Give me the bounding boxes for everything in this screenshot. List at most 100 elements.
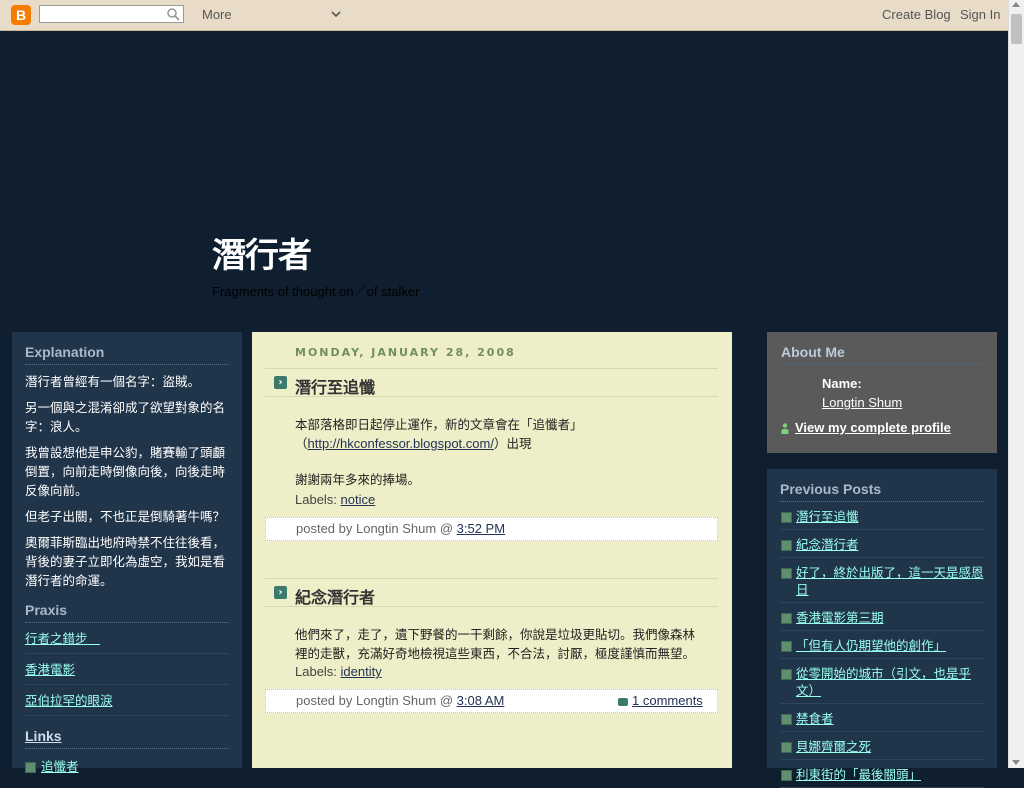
comment-icon — [618, 697, 628, 706]
previous-post-link[interactable]: 禁食者 — [796, 711, 834, 726]
explanation-paragraph: 另一個與之混淆卻成了欲望對象的名字：浪人。 — [25, 400, 226, 434]
praxis-item: 香港電影 — [25, 654, 229, 685]
bullet-icon — [781, 770, 792, 781]
bullet-icon — [781, 568, 792, 579]
post-time-link[interactable]: 3:08 AM — [457, 693, 505, 708]
praxis-item: 亞伯拉罕的眼淚 — [25, 685, 229, 716]
post-paragraph: 本部落格即日起停止運作，新的文章會在「追懺者」 — [295, 417, 583, 432]
previous-posts-box: Previous Posts 潛行至追懺 紀念潛行者 好了，終於出版了，這一天是… — [767, 469, 997, 788]
chevron-down-icon[interactable] — [330, 8, 342, 20]
post-arrow-icon: › — [274, 376, 287, 389]
blog-description: Fragments of thought on／of stalker — [212, 284, 420, 299]
bullet-icon — [781, 641, 792, 652]
explanation-paragraph: 奧爾菲斯臨出地府時禁不住往後看，背後的妻子立即化為虛空，我如是看潛行者的命運。 — [25, 535, 226, 588]
confessor-link[interactable]: http://hkconfessor.blogspot.com/ — [308, 436, 494, 451]
list-item: 好了，終於出版了，這一天是感恩日 — [780, 558, 984, 603]
labels-prefix: Labels: — [295, 664, 337, 679]
scroll-down-arrow-icon[interactable] — [1012, 760, 1020, 765]
previous-post-link[interactable]: 紀念潛行者 — [796, 537, 859, 552]
post-footer: posted by Longtin Shum @ 3:08 AM 1 comme… — [265, 689, 718, 713]
bullet-icon — [781, 742, 792, 753]
post-title[interactable]: › 紀念潛行者 — [265, 578, 718, 607]
links-item: 追懺者 — [25, 749, 229, 779]
more-dropdown[interactable]: More — [202, 7, 232, 22]
left-sidebar: Explanation 潛行者曾經有一個名字：盜賊。 另一個與之混淆卻成了欲望對… — [12, 332, 242, 774]
posted-by: posted by Longtin Shum @ — [296, 693, 454, 708]
praxis-link[interactable]: 行者之錯步 — [25, 631, 100, 646]
list-item: 從零開始的城市（引文，也是乎文） — [780, 659, 984, 704]
blogger-logo-icon[interactable]: B — [11, 5, 31, 25]
list-item: 潛行至追懺 — [780, 502, 984, 530]
post-body: 本部落格即日起停止運作，新的文章會在「追懺者」 （http://hkconfes… — [265, 397, 718, 489]
praxis-heading: Praxis — [25, 590, 229, 623]
previous-post-link[interactable]: 從零開始的城市（引文，也是乎文） — [796, 666, 971, 698]
bullet-icon — [781, 669, 792, 680]
main-content: MONDAY, JANUARY 28, 2008 › 潛行至追懺 本部落格即日起… — [252, 332, 732, 768]
about-heading: About Me — [781, 332, 983, 365]
links-list: 追懺者 — [25, 749, 229, 779]
previous-post-link[interactable]: 香港電影第三期 — [796, 610, 884, 625]
post-paragraph: （http://hkconfessor.blogspot.com/）出現 — [295, 434, 702, 453]
list-item: 香港電影第三期 — [780, 603, 984, 631]
create-blog-link[interactable]: Create Blog — [882, 7, 951, 22]
post: › 潛行至追懺 本部落格即日起停止運作，新的文章會在「追懺者」 （http://… — [265, 368, 718, 541]
post-title-text[interactable]: 潛行至追懺 — [295, 378, 375, 397]
bullet-icon — [781, 714, 792, 725]
previous-posts-heading: Previous Posts — [780, 469, 984, 502]
post-paragraph: 他們來了，走了，遺下野餐的一干剩餘，你說是垃圾更貼切。我們像森林裡的走獸，充滿好… — [295, 627, 696, 661]
explanation-paragraph: 潛行者曾經有一個名字：盜賊。 — [25, 374, 201, 389]
explanation-heading: Explanation — [25, 332, 229, 365]
posted-by: posted by Longtin Shum @ — [296, 521, 454, 536]
list-item: 利東街的「最後關頭」 — [780, 760, 984, 788]
date-header: MONDAY, JANUARY 28, 2008 — [295, 346, 516, 359]
name-label: Name: — [822, 376, 862, 391]
previous-post-link[interactable]: 「但有人仍期望他的創作」 — [796, 638, 946, 653]
post-footer: posted by Longtin Shum @ 3:52 PM — [265, 517, 718, 541]
about-me-box: About Me Name: Longtin Shum View my comp… — [767, 332, 997, 453]
labels-prefix: Labels: — [295, 492, 337, 507]
list-item: 「但有人仍期望他的創作」 — [780, 631, 984, 659]
previous-post-link[interactable]: 好了，終於出版了，這一天是感恩日 — [796, 565, 984, 597]
page-scrollbar[interactable] — [1008, 0, 1024, 768]
label-link[interactable]: identity — [341, 664, 382, 679]
blog-title[interactable]: 潛行者 — [212, 228, 312, 277]
praxis-link[interactable]: 亞伯拉罕的眼淚 — [25, 693, 113, 708]
list-item: 禁食者 — [780, 704, 984, 732]
sign-in-link[interactable]: Sign In — [960, 7, 1000, 22]
bullet-icon — [781, 613, 792, 624]
list-item: 貝娜齊爾之死 — [780, 732, 984, 760]
profile-link[interactable]: View my complete profile — [781, 420, 951, 435]
explanation-paragraph: 我曾設想他是申公豹，賭賽輸了頭顱倒置，向前走時倒像向後，向後走時反像向前。 — [25, 445, 226, 498]
search-icon[interactable] — [166, 7, 180, 21]
links-heading[interactable]: Links — [25, 716, 229, 749]
previous-post-link[interactable]: 貝娜齊爾之死 — [796, 739, 871, 754]
post-title-text[interactable]: 紀念潛行者 — [295, 588, 375, 607]
person-icon — [781, 423, 789, 435]
post-labels: Labels: identity — [265, 663, 718, 689]
post-time-link[interactable]: 3:52 PM — [457, 521, 505, 536]
scroll-up-arrow-icon[interactable] — [1012, 2, 1020, 7]
praxis-item: 行者之錯步 — [25, 623, 229, 654]
post-title[interactable]: › 潛行至追懺 — [265, 368, 718, 397]
post: › 紀念潛行者 他們來了，走了，遺下野餐的一干剩餘，你說是垃圾更貼切。我們像森林… — [265, 578, 718, 713]
praxis-link[interactable]: 香港電影 — [25, 662, 75, 677]
praxis-list: 行者之錯步 香港電影 亞伯拉罕的眼淚 — [25, 623, 229, 716]
comments-area: 1 comments — [618, 693, 703, 708]
post-body: 他們來了，走了，遺下野餐的一干剩餘，你說是垃圾更貼切。我們像森林裡的走獸，充滿好… — [265, 607, 718, 663]
comments-link[interactable]: 1 comments — [632, 693, 703, 708]
profile-name-link[interactable]: Longtin Shum — [822, 395, 902, 410]
post-paragraph: 謝謝兩年多來的捧場。 — [295, 472, 421, 487]
label-link[interactable]: notice — [341, 492, 376, 507]
paren-open: （ — [295, 436, 308, 451]
search-input[interactable] — [39, 5, 184, 23]
scrollbar-thumb[interactable] — [1011, 14, 1022, 44]
previous-posts-list: 潛行至追懺 紀念潛行者 好了，終於出版了，這一天是感恩日 香港電影第三期 「但有… — [780, 502, 984, 788]
previous-post-link[interactable]: 潛行至追懺 — [796, 509, 859, 524]
links-link[interactable]: 追懺者 — [41, 759, 79, 774]
previous-post-link[interactable]: 利東街的「最後關頭」 — [796, 767, 921, 782]
post-arrow-icon: › — [274, 586, 287, 599]
explanation-paragraph: 但老子出關，不也正是倒騎著牛嗎？ — [25, 509, 226, 524]
paren-close: ）出現 — [493, 436, 532, 451]
profile-link-text[interactable]: View my complete profile — [795, 420, 951, 435]
explanation-text: 潛行者曾經有一個名字：盜賊。 另一個與之混淆卻成了欲望對象的名字：浪人。 我曾設… — [25, 372, 229, 590]
